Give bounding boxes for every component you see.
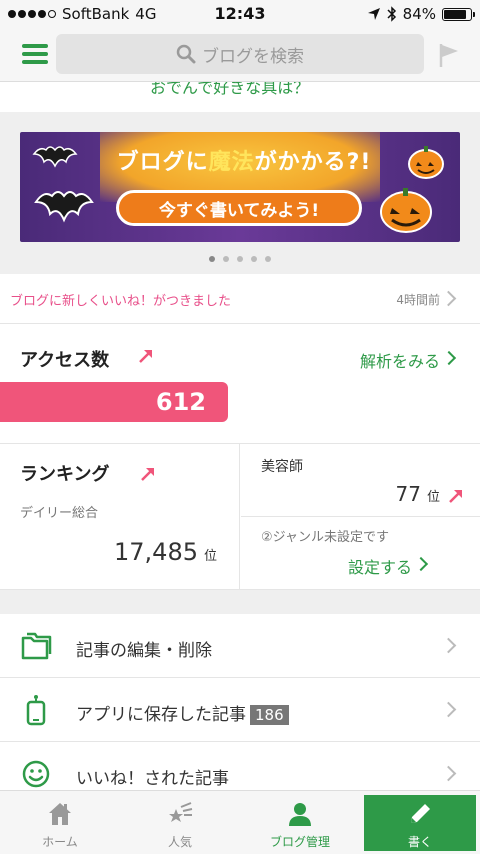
chevron-right-icon [440,637,457,654]
pager-dot[interactable] [251,256,257,262]
tab-label: ブログ管理 [269,835,330,849]
section-gap [0,590,480,614]
chevron-right-icon [441,350,457,366]
tab-popular[interactable]: 人気 [120,791,240,854]
pager-dot[interactable] [237,256,243,262]
home-icon [49,803,71,825]
menu-hamburger-icon[interactable] [22,44,48,64]
tab-label: 人気 [167,835,192,849]
trend-up-arrow-icon [449,490,462,503]
management-menu: 記事の編集・削除 アプリに保存した記事 186 いいね！された記事 [0,614,480,806]
trend-up-arrow-icon [139,350,152,363]
chevron-right-icon [413,556,429,572]
ranking-section: ランキング デイリー総合 17,485 位 美容師 77 位 ②ジャンル未設定です … [0,444,480,590]
banner-area: ブログに魔法がかかる?! 今すぐ書いてみよう! [0,112,480,274]
notification-message: ブログに新しくいいね！がつきました [10,294,232,309]
trend-up-arrow-icon [141,468,154,481]
banner-title: ブログに魔法がかかる?! [116,150,372,175]
pager-dot[interactable] [223,256,229,262]
analyze-link[interactable]: 解析をみる [360,348,440,372]
set-genre-link[interactable]: 設定する [348,554,412,578]
battery-percent: 84% [402,5,436,23]
ranking-sub-label: デイリー総合 [20,506,99,521]
tab-label: ホーム [42,835,78,849]
flag-icon[interactable] [438,42,460,68]
bottom-tab-bar: ホーム 人気 ブログ管理 書く [0,790,480,854]
halloween-banner[interactable]: ブログに魔法がかかる?! 今すぐ書いてみよう! [20,132,460,242]
genre1-rank-value: 77 位 [395,482,440,506]
peek-text: おでんで好きな具は？ [150,82,310,97]
smile-icon [22,760,50,788]
notification-time: 4時間前 [396,293,440,307]
previous-section-peek: おでんで好きな具は？ [0,82,480,112]
pager-dot[interactable] [265,256,271,262]
tab-label: 書く [407,835,432,849]
tab-blog-manage[interactable]: ブログ管理 [240,791,360,854]
folder-icon [21,632,52,660]
genre-ranking-panel: 美容師 77 位 ②ジャンル未設定です 設定する [241,444,480,590]
search-icon [176,44,196,64]
genre1-name: 美容師 [261,459,303,475]
genre2-name: ②ジャンル未設定です [261,530,390,545]
search-input[interactable]: ブログを検索 [56,34,424,74]
bat-icon [32,146,78,168]
menu-item-label: アプリに保存した記事 186 [76,700,289,725]
notification-row[interactable]: ブログに新しくいいね！がつきました 4時間前 [0,274,480,324]
tab-home[interactable]: ホーム [0,791,120,854]
search-placeholder: ブログを検索 [202,46,304,67]
top-nav-bar: ブログを検索 [0,28,480,82]
write-button[interactable]: 書く [364,795,476,851]
chevron-right-icon [440,701,457,718]
overall-ranking-panel[interactable]: ランキング デイリー総合 17,485 位 [0,444,240,590]
pager-dot[interactable] [209,256,215,262]
pumpkin-icon-small [408,146,444,179]
location-arrow-icon [367,8,380,20]
menu-item-saved-articles[interactable]: アプリに保存した記事 186 [0,678,480,742]
phone-icon [26,695,46,726]
access-count-bar: 612 [0,382,228,422]
saved-count-badge: 186 [250,705,289,725]
access-label: アクセス数 [20,350,110,371]
bluetooth-icon [387,6,396,22]
access-section: アクセス数 解析をみる 612 [0,324,480,444]
menu-item-label: 記事の編集・削除 [76,641,212,661]
chevron-right-icon [440,290,457,307]
pumpkin-icon-large [380,188,432,233]
bat-icon-large [34,191,94,223]
battery-icon [442,7,475,21]
status-bar: SoftBank 4G 12:43 84% [0,0,480,28]
shooting-star-icon [169,802,193,822]
menu-item-edit-articles[interactable]: 記事の編集・削除 [0,614,480,678]
overall-rank-value: 17,485 位 [114,538,217,566]
chevron-right-icon [440,765,457,782]
person-icon [289,803,311,826]
status-right: 84% [367,5,475,23]
menu-item-label: いいね！された記事 [76,769,229,789]
banner-pagination [0,256,480,262]
ranking-label: ランキング [20,464,110,485]
pencil-icon [411,804,430,823]
banner-cta-button[interactable]: 今すぐ書いてみよう! [116,190,362,226]
